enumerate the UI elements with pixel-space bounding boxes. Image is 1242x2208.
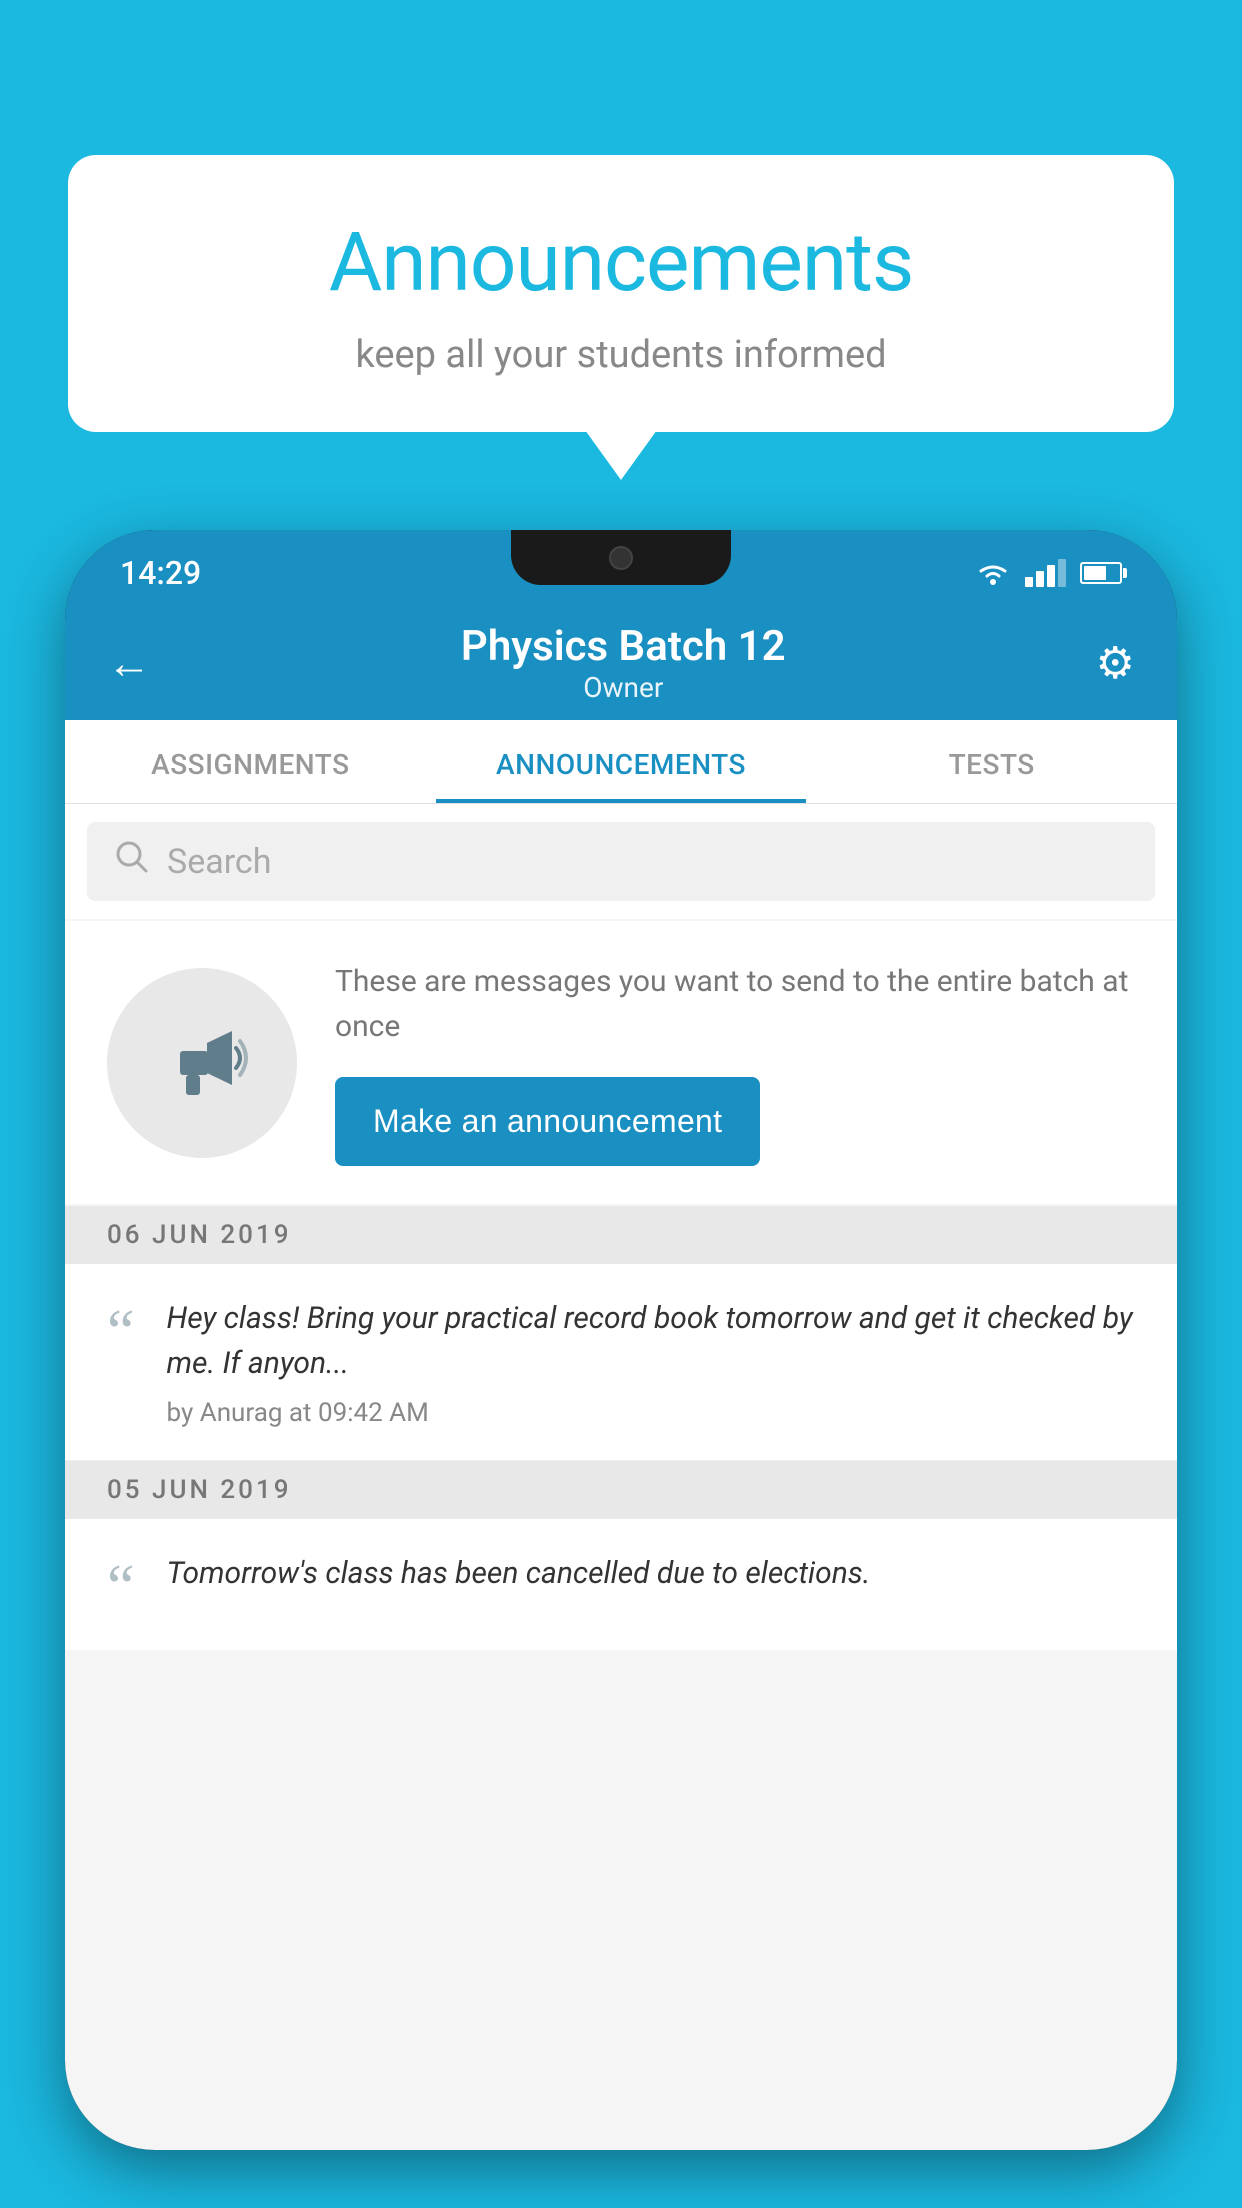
wifi-icon [975,559,1011,587]
status-icons [975,559,1122,587]
announcement-item-2[interactable]: “ Tomorrow's class has been cancelled du… [65,1519,1177,1650]
phone-wrapper: 14:29 [65,530,1177,2208]
bubble-subtitle: keep all your students informed [148,333,1094,377]
signal-bars-icon [1025,559,1066,587]
battery-fill [1084,566,1106,580]
quote-icon-1: “ [107,1301,135,1428]
search-icon [115,840,149,883]
make-announcement-button[interactable]: Make an announcement [335,1077,760,1166]
date-separator-2: 05 JUN 2019 [65,1461,1177,1519]
speech-bubble-section: Announcements keep all your students inf… [68,155,1174,432]
header-subtitle: Owner [461,671,786,704]
date-separator-1: 06 JUN 2019 [65,1206,1177,1264]
megaphone-icon [152,1013,252,1113]
search-container: Search [65,804,1177,919]
announcement-text-2: Tomorrow's class has been cancelled due … [167,1551,871,1596]
announcement-item-1[interactable]: “ Hey class! Bring your practical record… [65,1264,1177,1461]
battery-icon [1080,562,1122,584]
speech-bubble-card: Announcements keep all your students inf… [68,155,1174,432]
prompt-description: These are messages you want to send to t… [335,959,1135,1049]
search-placeholder: Search [167,842,271,882]
tab-bar: ASSIGNMENTS ANNOUNCEMENTS TESTS [65,720,1177,804]
app-header: ← Physics Batch 12 Owner ⚙ [65,605,1177,720]
app-content: Search These are me [65,804,1177,2150]
header-center: Physics Batch 12 Owner [461,622,786,704]
search-bar[interactable]: Search [87,822,1155,901]
announcement-content-2: Tomorrow's class has been cancelled due … [167,1551,871,1618]
megaphone-circle [107,968,297,1158]
tab-tests[interactable]: TESTS [806,720,1177,803]
tab-assignments[interactable]: ASSIGNMENTS [65,720,436,803]
prompt-right: These are messages you want to send to t… [335,959,1135,1166]
status-time: 14:29 [120,554,201,592]
bubble-title: Announcements [148,215,1094,311]
settings-icon[interactable]: ⚙ [1096,637,1135,689]
phone-camera [609,546,633,570]
tab-announcements[interactable]: ANNOUNCEMENTS [436,720,807,803]
back-button[interactable]: ← [107,637,151,689]
quote-icon-2: “ [107,1556,135,1618]
phone-body: 14:29 [65,530,1177,2150]
header-title: Physics Batch 12 [461,622,786,671]
announcement-text-1: Hey class! Bring your practical record b… [167,1296,1135,1386]
announcement-meta-1: by Anurag at 09:42 AM [167,1398,1135,1428]
announcement-prompt: These are messages you want to send to t… [65,921,1177,1204]
phone-notch [511,530,731,585]
announcement-content-1: Hey class! Bring your practical record b… [167,1296,1135,1428]
